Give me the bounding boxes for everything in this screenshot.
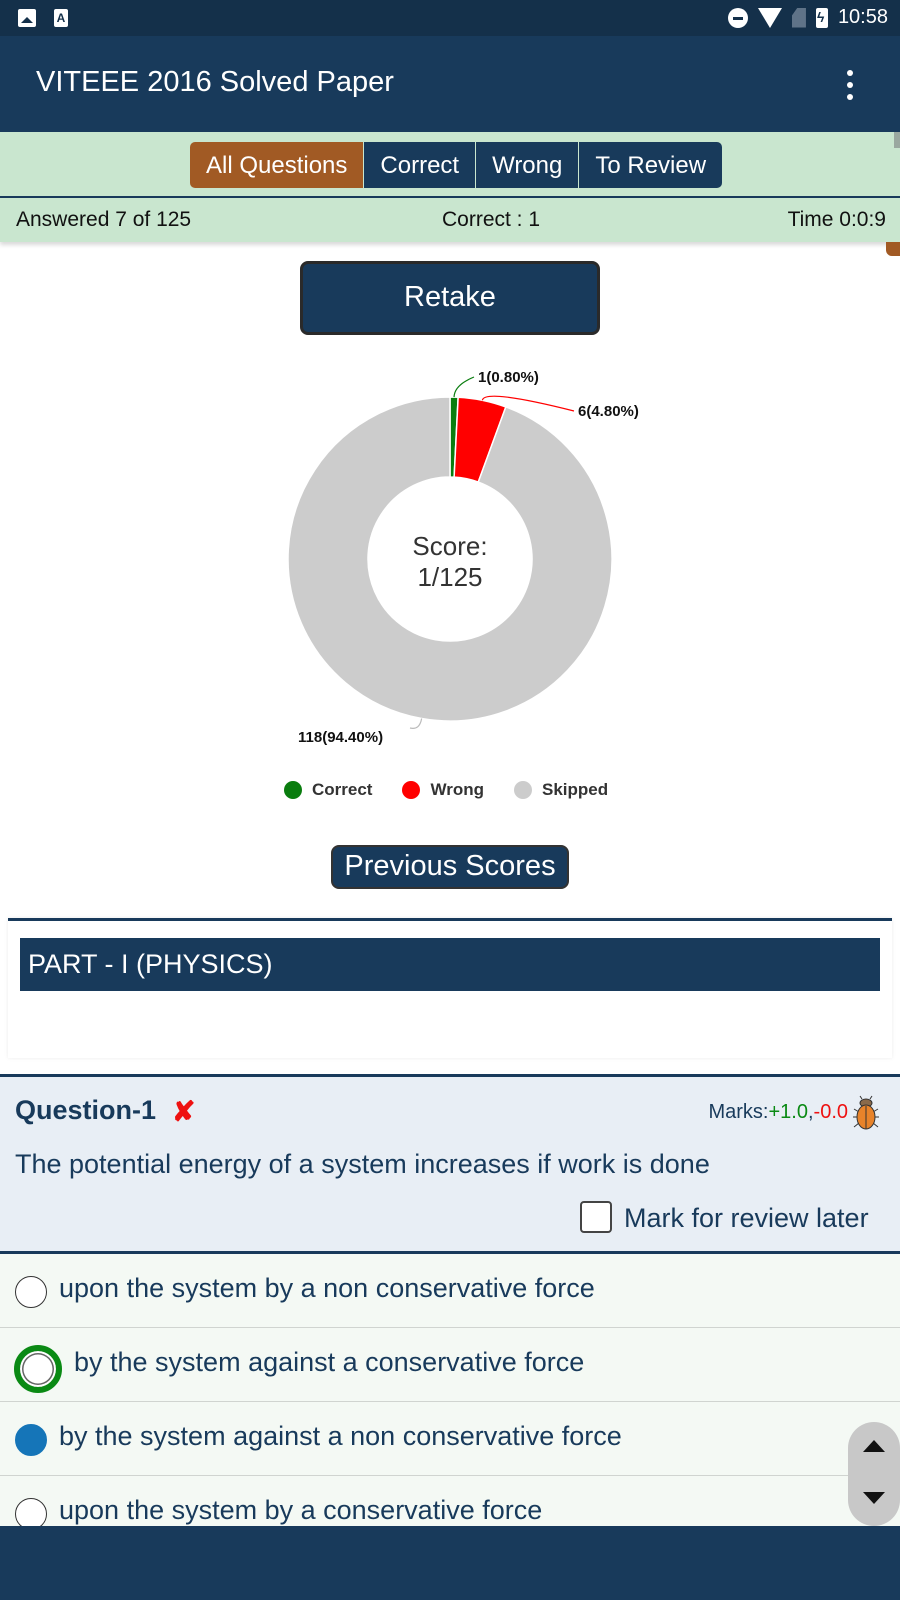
marks-minus: -0.0 — [813, 1101, 848, 1123]
score-donut-chart: 1(0.80%) 6(4.80%) 118(94.40%) Score: 1/125 — [250, 360, 670, 800]
chart-legend: Correct Wrong Skipped — [284, 780, 608, 800]
no-sim-icon — [791, 7, 806, 28]
legend-label-correct: Correct — [312, 780, 373, 799]
option-label: upon the system by a conservative force — [59, 1495, 543, 1525]
scroll-down-icon[interactable] — [863, 1492, 885, 1504]
more-vert-icon[interactable] — [844, 70, 856, 100]
score-value: 1/125 — [417, 562, 482, 592]
legend-dot-skipped — [513, 781, 532, 799]
option-label: upon the system by a non conservative fo… — [59, 1273, 595, 1303]
font-notification-icon: A — [54, 9, 68, 27]
options-list: upon the system by a non conservative fo… — [0, 1254, 900, 1530]
battery-charging-icon — [815, 7, 828, 28]
radio-unselected-icon[interactable] — [15, 1276, 47, 1308]
legend-dot-wrong — [402, 781, 421, 799]
marks-prefix: Marks: — [708, 1101, 769, 1123]
wifi-icon — [757, 7, 782, 28]
mark-for-review-label[interactable]: Mark for review later — [624, 1203, 869, 1234]
scrollbar[interactable] — [894, 132, 900, 148]
question-text: The potential energy of a system increas… — [15, 1149, 710, 1179]
section-card: PART - I (PHYSICS) — [8, 918, 892, 1058]
slice-label-wrong: 6(4.80%) — [578, 403, 639, 420]
summary-bar: Answered 7 of 125 Correct : 1 Time 0:0:9 — [0, 198, 900, 242]
legend-item-wrong[interactable]: Wrong — [402, 780, 484, 800]
legend-dot-correct — [284, 781, 302, 799]
scroll-up-icon[interactable] — [863, 1440, 885, 1452]
radio-selected-icon[interactable] — [15, 1424, 47, 1456]
bottom-bar — [0, 1526, 900, 1600]
option-c[interactable]: by the system against a non conservative… — [0, 1402, 900, 1476]
leader-line-skipped — [409, 718, 423, 729]
status-time: 10:58 — [837, 6, 888, 28]
side-drawer-handle[interactable] — [886, 242, 900, 256]
question-title: Question-1 — [15, 1095, 157, 1125]
radio-correct-answer-icon[interactable] — [14, 1345, 62, 1393]
app-bar: VITEEE 2016 Solved Paper — [0, 36, 900, 132]
app-title: VITEEE 2016 Solved Paper — [36, 66, 394, 98]
filter-area: All Questions Correct Wrong To Review — [0, 132, 900, 198]
image-notification-icon — [18, 9, 36, 27]
answered-count: Answered 7 of 125 — [16, 208, 192, 231]
tab-correct[interactable]: Correct — [364, 142, 477, 188]
tab-all-questions[interactable]: All Questions — [190, 142, 365, 188]
option-b[interactable]: by the system against a conservative for… — [0, 1328, 900, 1402]
slice-label-correct: 1(0.80%) — [478, 369, 539, 386]
question-marks: Marks:+1.0,-0.0 — [708, 1101, 848, 1124]
do-not-disturb-icon — [727, 7, 748, 28]
option-a[interactable]: upon the system by a non conservative fo… — [0, 1254, 900, 1328]
question-block: Question-1 ✘ Marks:+1.0,-0.0 The potenti… — [0, 1074, 900, 1254]
tab-to-review[interactable]: To Review — [579, 142, 723, 188]
section-title: PART - I (PHYSICS) — [20, 938, 880, 991]
legend-item-skipped[interactable]: Skipped — [513, 780, 609, 800]
correct-count: Correct : 1 — [442, 208, 541, 231]
option-label: by the system against a non conservative… — [59, 1421, 622, 1451]
elapsed-time: Time 0:0:9 — [787, 208, 886, 231]
mark-for-review-checkbox[interactable] — [580, 1201, 612, 1233]
tab-wrong[interactable]: Wrong — [476, 142, 580, 188]
previous-scores-button[interactable]: Previous Scores — [331, 845, 569, 889]
score-label: Score: — [412, 531, 487, 561]
scroll-nav — [848, 1422, 900, 1526]
bug-icon[interactable] — [850, 1095, 882, 1131]
slice-label-skipped: 118(94.40%) — [298, 729, 383, 746]
legend-label-skipped: Skipped — [541, 780, 609, 799]
legend-item-correct[interactable]: Correct — [284, 780, 372, 800]
marks-plus: +1.0 — [768, 1101, 808, 1123]
legend-label-wrong: Wrong — [430, 780, 484, 799]
status-bar: A 10:58 — [0, 0, 900, 36]
filter-tabs: All Questions Correct Wrong To Review — [189, 141, 724, 189]
leader-line-correct — [453, 376, 475, 398]
retake-button[interactable]: Retake — [300, 261, 600, 335]
option-label: by the system against a conservative for… — [74, 1347, 585, 1377]
wrong-cross-icon: ✘ — [172, 1096, 196, 1127]
donut-svg: 1(0.80%) 6(4.80%) 118(94.40%) Score:1/125 — [287, 369, 639, 746]
